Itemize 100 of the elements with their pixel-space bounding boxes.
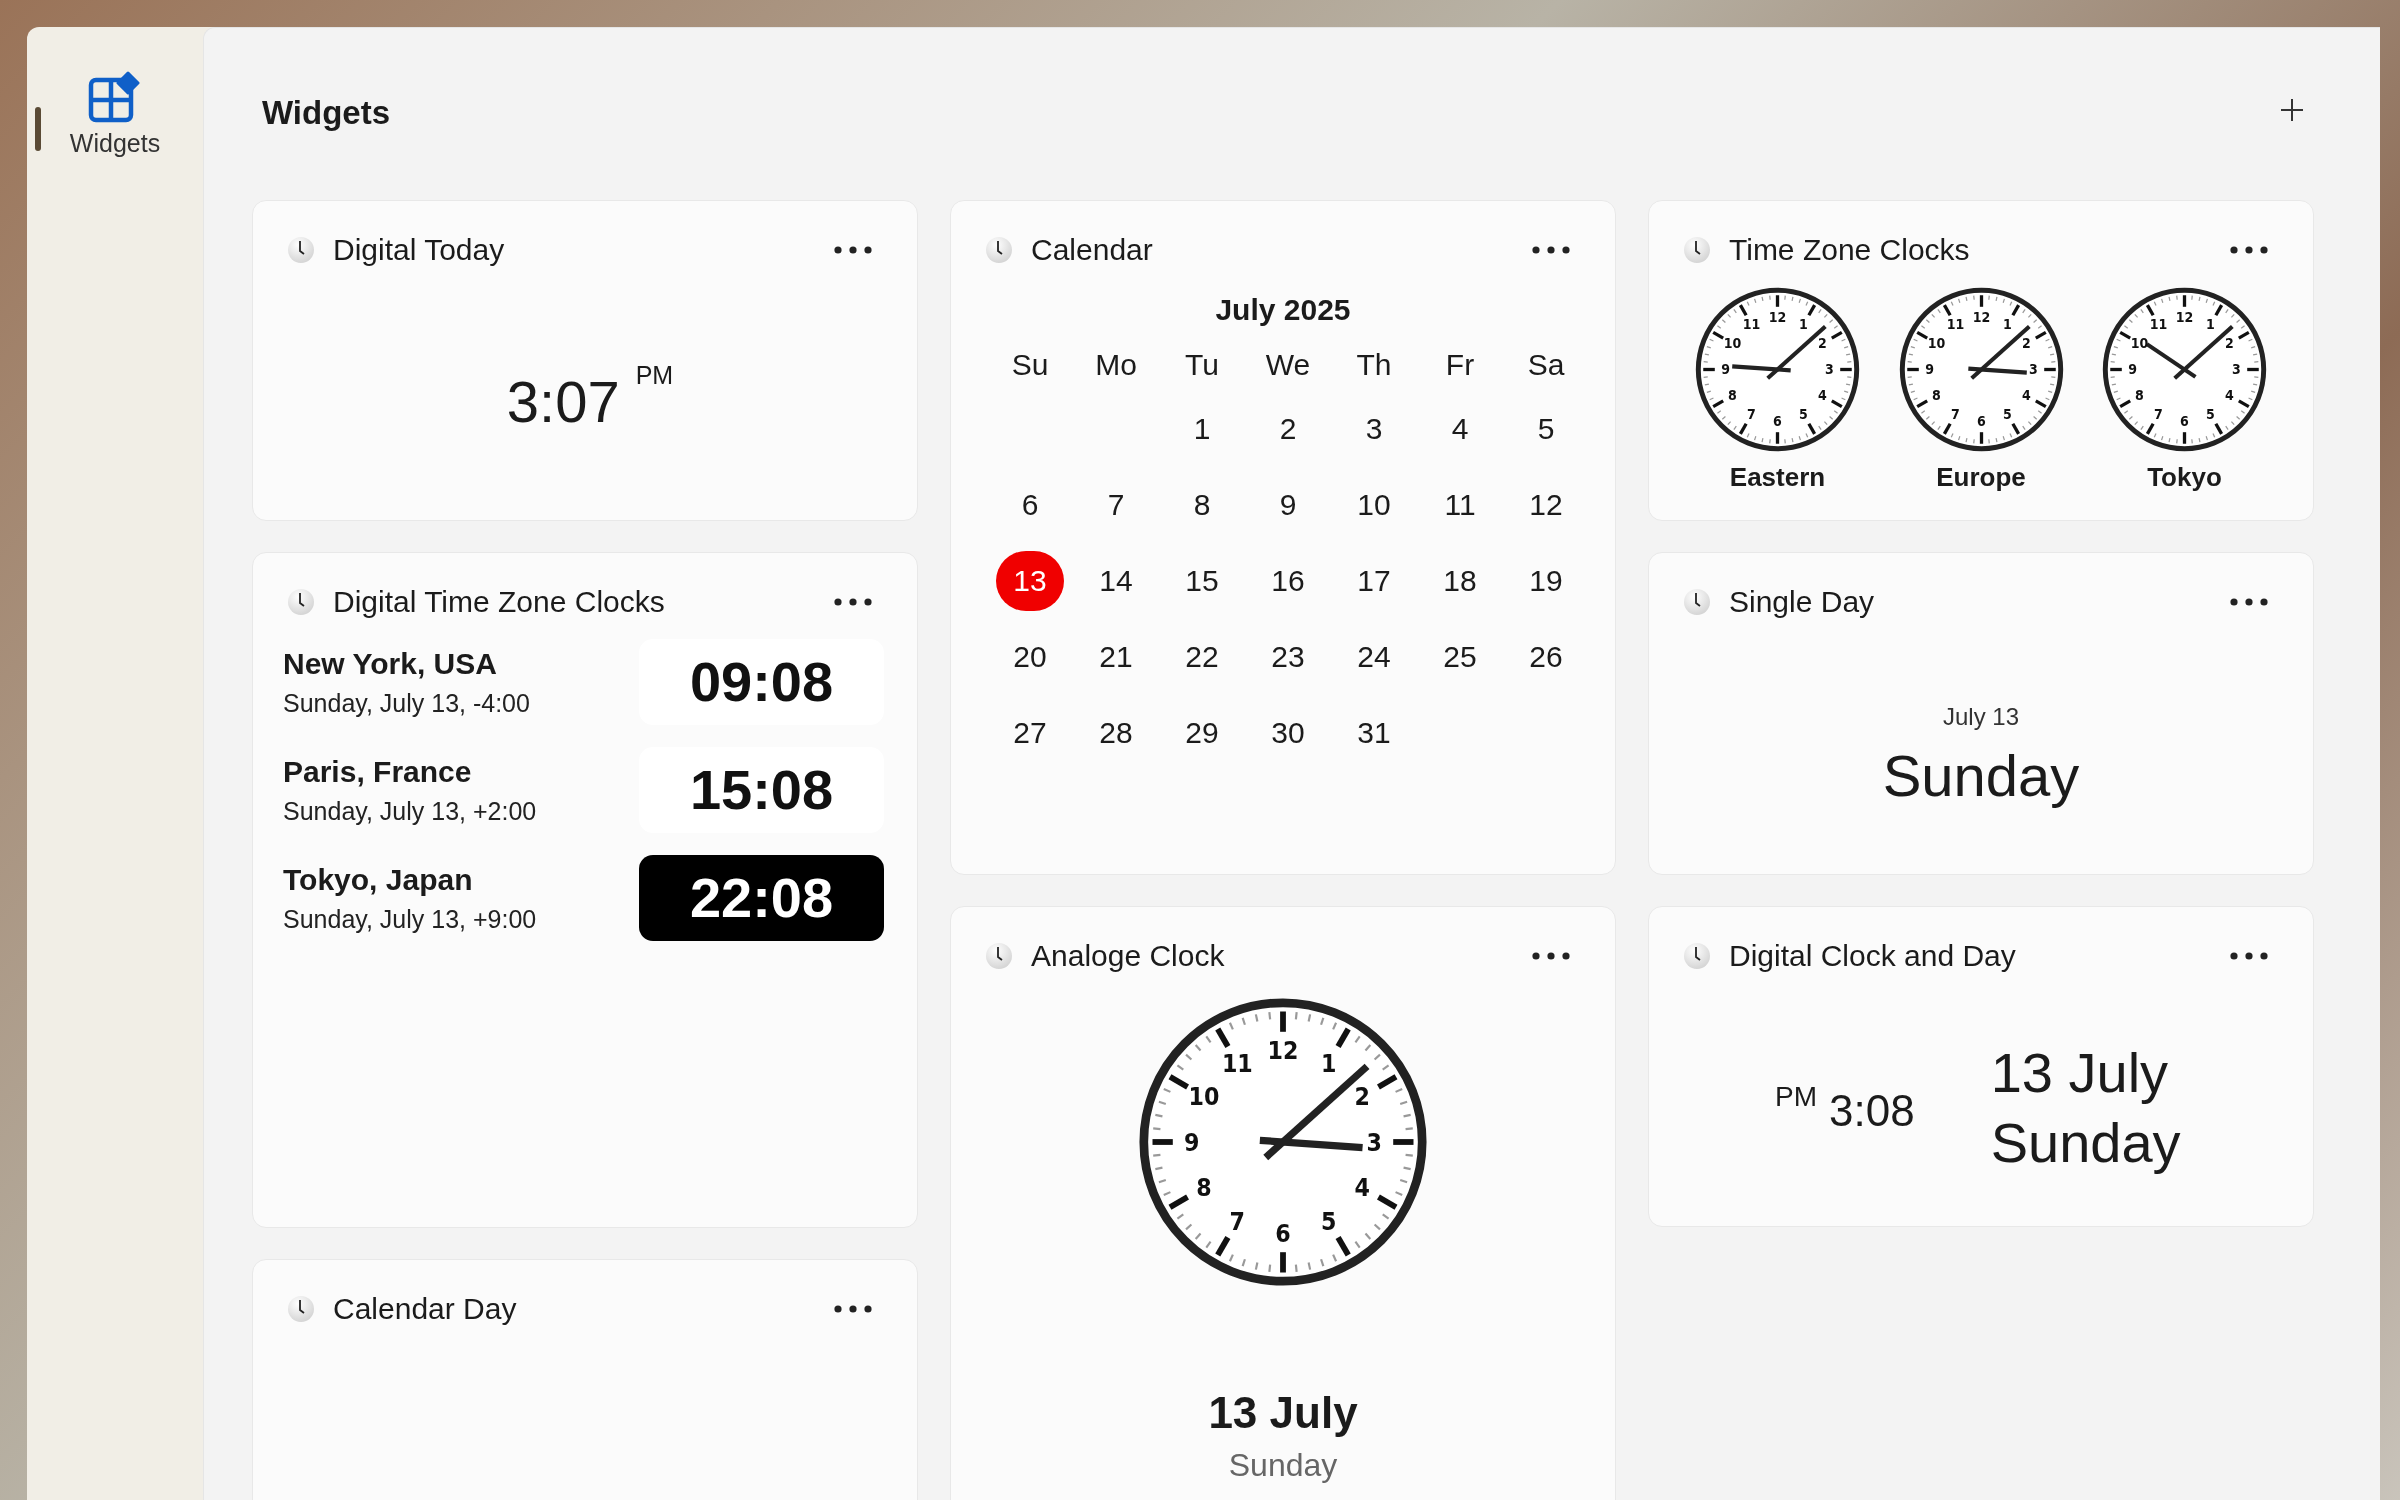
- clock-numeral: 11: [1221, 1048, 1253, 1078]
- calendar-day[interactable]: 19: [1512, 551, 1580, 611]
- clock-numeral: 7: [1747, 406, 1756, 423]
- calendar-day[interactable]: 4: [1426, 399, 1494, 459]
- weekday-label: We: [1265, 350, 1311, 380]
- calendar-day[interactable]: 27: [996, 703, 1064, 763]
- widgets-icon: [88, 71, 142, 125]
- clock-time: 3:08: [1829, 1089, 1915, 1133]
- city-name: New York, USA: [283, 645, 498, 682]
- widget-title: Time Zone Clocks: [1729, 235, 1971, 265]
- clock-numeral: 7: [1229, 1206, 1246, 1236]
- clock-label: Europe: [1936, 464, 2026, 490]
- clock-numeral: 6: [1976, 413, 1986, 430]
- calendar-day[interactable]: 9: [1254, 475, 1322, 535]
- clock-icon: [287, 236, 315, 264]
- page-title: Widgets: [262, 96, 391, 129]
- calendar-day[interactable]: 5: [1512, 399, 1580, 459]
- clock-numeral: 8: [1196, 1173, 1212, 1203]
- nav-item[interactable]: Widgets: [35, 63, 195, 164]
- clock-numeral: 11: [1742, 316, 1761, 333]
- calendar-day[interactable]: 20: [996, 627, 1064, 687]
- clock-numeral: 3: [1366, 1127, 1383, 1157]
- more-icon: [834, 1305, 872, 1313]
- clock-numeral: 2: [1818, 335, 1827, 352]
- calendar-day[interactable]: 14: [1082, 551, 1150, 611]
- clock-numeral: 10: [1927, 335, 1945, 352]
- calendar-day[interactable]: 21: [1082, 627, 1150, 687]
- city-name: Paris, France: [283, 753, 473, 790]
- month-title: July 2025: [1214, 295, 1352, 325]
- clock-numeral: 1: [2002, 316, 2012, 333]
- zone-time: 15:08: [639, 747, 884, 833]
- clock-numeral: 12: [1267, 1036, 1299, 1066]
- widget-title: Digital Today: [333, 235, 506, 265]
- clock-numeral: 3: [2028, 361, 2038, 378]
- calendar-day[interactable]: 12: [1512, 475, 1580, 535]
- clock-numeral: 1: [1799, 316, 1808, 333]
- calendar-day[interactable]: 23: [1254, 627, 1322, 687]
- clock-numeral: 9: [2128, 361, 2137, 378]
- calendar-day[interactable]: 30: [1254, 703, 1322, 763]
- zone-time: 09:08: [639, 639, 884, 725]
- weekday-label: Fr: [1445, 350, 1475, 380]
- time-period: PM: [1775, 1083, 1817, 1111]
- clock-numeral: 1: [2206, 316, 2215, 333]
- calendar-day[interactable]: 29: [1168, 703, 1236, 763]
- date-label: July 13: [1941, 705, 2020, 729]
- weekday-label: Mo: [1095, 350, 1137, 380]
- more-icon: [2230, 246, 2268, 254]
- more-icon: [1532, 246, 1570, 254]
- clock-numeral: 10: [1188, 1082, 1220, 1112]
- clock-numeral: 6: [2180, 413, 2189, 430]
- calendar-day[interactable]: 13: [996, 551, 1064, 611]
- more-icon: [2230, 952, 2268, 960]
- clock-numeral: 8: [1728, 387, 1737, 404]
- calendar-day[interactable]: 17: [1340, 551, 1408, 611]
- more-icon: [1532, 952, 1570, 960]
- calendar-day[interactable]: 1: [1168, 399, 1236, 459]
- calendar-day[interactable]: 31: [1340, 703, 1408, 763]
- calendar-day[interactable]: 6: [996, 475, 1064, 535]
- weekday-label: Tu: [1185, 350, 1219, 380]
- clock-numeral: 3: [2232, 361, 2241, 378]
- clock-label: Eastern: [1729, 464, 1826, 490]
- calendar-day[interactable]: 11: [1426, 475, 1494, 535]
- calendar-day[interactable]: 18: [1426, 551, 1494, 611]
- weekday-label: Th: [1356, 350, 1392, 380]
- clock-numeral: 8: [1931, 387, 1941, 404]
- zone-detail: Sunday, July 13, +2:00: [283, 796, 537, 828]
- clock-numeral: 12: [2175, 309, 2194, 326]
- clock-icon: [287, 1295, 315, 1323]
- clock-numeral: 5: [1320, 1206, 1337, 1236]
- clock-numeral: 2: [2225, 335, 2234, 352]
- clock-numeral: 5: [1799, 406, 1808, 423]
- calendar-day[interactable]: 8: [1168, 475, 1236, 535]
- calendar-day[interactable]: 24: [1340, 627, 1408, 687]
- zone-detail: Sunday, July 13, +9:00: [283, 904, 537, 936]
- calendar-day[interactable]: 7: [1082, 475, 1150, 535]
- calendar-day[interactable]: 22: [1168, 627, 1236, 687]
- clock-numeral: 7: [1950, 406, 1960, 423]
- calendar-day[interactable]: 26: [1512, 627, 1580, 687]
- calendar-day[interactable]: 10: [1340, 475, 1408, 535]
- calendar-day[interactable]: 16: [1254, 551, 1322, 611]
- clock-numeral: 2: [2021, 335, 2031, 352]
- clock-numeral: 10: [2130, 335, 2149, 352]
- calendar-day[interactable]: 3: [1340, 399, 1408, 459]
- clock-numeral: 4: [1818, 387, 1827, 404]
- widget-title: Calendar Day: [333, 1294, 518, 1324]
- date-label: 13 July: [1207, 1391, 1359, 1435]
- clock-numeral: 12: [1768, 309, 1787, 326]
- add-icon: [2279, 97, 2305, 123]
- time-period: PM: [635, 363, 674, 388]
- widget-title: Analoge Clock: [1031, 941, 1226, 971]
- zone-time: 22:08: [639, 855, 884, 941]
- clock-numeral: 7: [2154, 406, 2163, 423]
- calendar-day[interactable]: 2: [1254, 399, 1322, 459]
- more-icon: [2230, 598, 2268, 606]
- calendar-day[interactable]: 28: [1082, 703, 1150, 763]
- clock-numeral: 5: [2206, 406, 2215, 423]
- calendar-day[interactable]: 15: [1168, 551, 1236, 611]
- calendar-day[interactable]: 25: [1426, 627, 1494, 687]
- clock-numeral: 12: [1972, 309, 1990, 326]
- clock-numeral: 1: [1320, 1048, 1337, 1078]
